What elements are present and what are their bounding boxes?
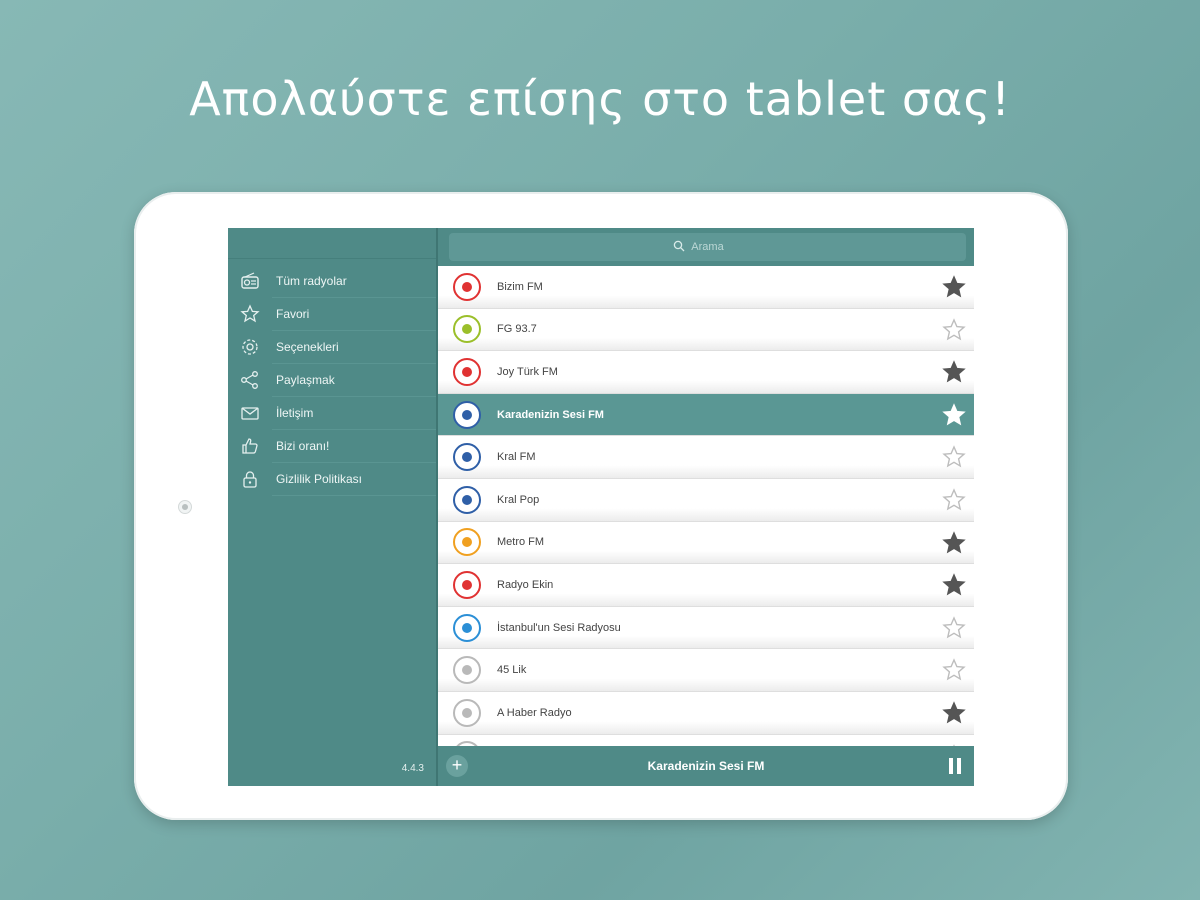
sidebar-item-label: Favori [276, 307, 310, 321]
station-row[interactable]: Kral Pop [438, 478, 974, 522]
favorite-star-icon[interactable] [942, 360, 966, 384]
search-input[interactable] [449, 233, 966, 261]
station-name: Bizim FM [497, 280, 543, 293]
sidebar-item-bizi-oranı-[interactable]: Bizi oranı! [242, 430, 436, 463]
station-name: FG 93.7 [497, 323, 537, 336]
station-logo-icon [453, 272, 481, 301]
sidebar-item-seçenekleri[interactable]: Seçenekleri [242, 331, 436, 364]
app-screen: Tüm radyolar Favori Seçenekleri Paylaşmak İl… [228, 228, 974, 786]
station-logo-icon [453, 485, 481, 514]
station-name: Kral Pop [497, 493, 540, 506]
station-row[interactable]: İstanbul'un Sesi Radyosu [438, 606, 974, 650]
radio-icon [241, 272, 259, 289]
station-name: Karadenizin Sesi FM [497, 408, 604, 421]
favorite-star-icon[interactable] [942, 488, 966, 512]
favorite-star-icon[interactable] [942, 530, 966, 555]
station-row[interactable]: Radyo Ekin [438, 564, 974, 607]
sidebar-header [228, 228, 436, 259]
station-row[interactable]: FG 93.7 [438, 308, 974, 352]
thumbs-up-icon [242, 438, 258, 454]
station-row[interactable]: Kral FM [438, 436, 974, 479]
sidebar-item-gizlilik-politikası[interactable]: Gizlilik Politikası [243, 463, 436, 496]
station-row[interactable]: Joy Türk FM [438, 351, 974, 394]
headline: Απολαύστε επίσης στο tablet σας! [189, 72, 1011, 126]
sidebar-item-label: Bizi oranı! [276, 439, 330, 453]
favorite-star-icon[interactable] [942, 317, 966, 342]
favorite-star-icon[interactable] [942, 616, 966, 640]
sidebar-item-paylaşmak[interactable]: Paylaşmak [241, 364, 436, 397]
station-logo-icon [453, 570, 481, 599]
station-row[interactable]: Karadenizin Sesi FM [438, 393, 974, 437]
home-button [178, 500, 192, 514]
station-logo-icon [453, 698, 481, 727]
version-label: 4.4.3 [401, 763, 424, 774]
star-icon [240, 304, 260, 323]
sidebar-item-label: Tüm radyolar [276, 274, 347, 288]
search-bar [438, 228, 974, 266]
sidebar-item-i-letişim[interactable]: İletişim [241, 397, 436, 430]
station-name: İstanbul'un Sesi Radyosu [497, 621, 621, 634]
sidebar-item-label: Seçenekleri [276, 340, 339, 354]
sidebar-item-label: İletişim [276, 406, 314, 420]
mail-icon [241, 407, 259, 420]
station-list: Bizim FM FG 93.7 Joy Türk FM Karadenizin Se… [438, 266, 974, 746]
gear-icon [242, 339, 258, 355]
favorite-star-icon[interactable] [942, 573, 966, 597]
sidebar-item-favori[interactable]: Favori [240, 298, 436, 331]
favorite-star-icon[interactable] [942, 658, 966, 682]
sidebar-item-label: Gizlilik Politikası [276, 472, 363, 486]
sidebar-item-tüm-radyolar[interactable]: Tüm radyolar [241, 265, 436, 298]
sidebar-item-label: Paylaşmak [276, 373, 335, 387]
station-logo-icon [453, 400, 481, 429]
favorite-star-icon[interactable] [942, 701, 966, 725]
station-name: Joy Türk FM [497, 365, 558, 378]
lock-icon [243, 471, 257, 488]
station-logo-icon [453, 315, 481, 344]
share-icon [241, 371, 258, 389]
station-row[interactable]: A Haber Radyo [438, 691, 974, 735]
station-row[interactable]: A News Radio [438, 734, 974, 746]
station-row[interactable]: Metro FM [438, 521, 974, 565]
favorite-star-icon[interactable] [942, 445, 966, 469]
sidebar: Tüm radyolar Favori Seçenekleri Paylaşmak İl… [228, 228, 438, 786]
player-bar: + Karadenizin Sesi FM [438, 746, 974, 786]
station-logo-icon [453, 357, 481, 386]
station-logo-icon [453, 613, 481, 642]
station-name: 45 Lik [497, 664, 527, 677]
station-row[interactable]: 45 Lik [438, 649, 974, 692]
station-logo-icon [453, 656, 481, 685]
station-name: Metro FM [497, 536, 545, 549]
station-logo-icon [453, 443, 481, 472]
station-name: Kral FM [497, 451, 536, 464]
search-icon [673, 240, 685, 252]
main-panel: Bizim FM FG 93.7 Joy Türk FM Karadenizin Se… [438, 228, 974, 786]
station-logo-icon [453, 528, 481, 557]
favorite-star-icon[interactable] [942, 275, 966, 299]
now-playing-title: Karadenizin Sesi FM [647, 759, 765, 773]
pause-button[interactable] [948, 758, 962, 774]
station-name: A Haber Radyo [497, 706, 572, 719]
favorite-star-icon[interactable] [942, 403, 966, 427]
sidebar-menu: Tüm radyolar Favori Seçenekleri Paylaşmak İl… [228, 265, 436, 496]
station-row[interactable]: Bizim FM [438, 266, 974, 309]
station-name: Radyo Ekin [497, 578, 554, 591]
